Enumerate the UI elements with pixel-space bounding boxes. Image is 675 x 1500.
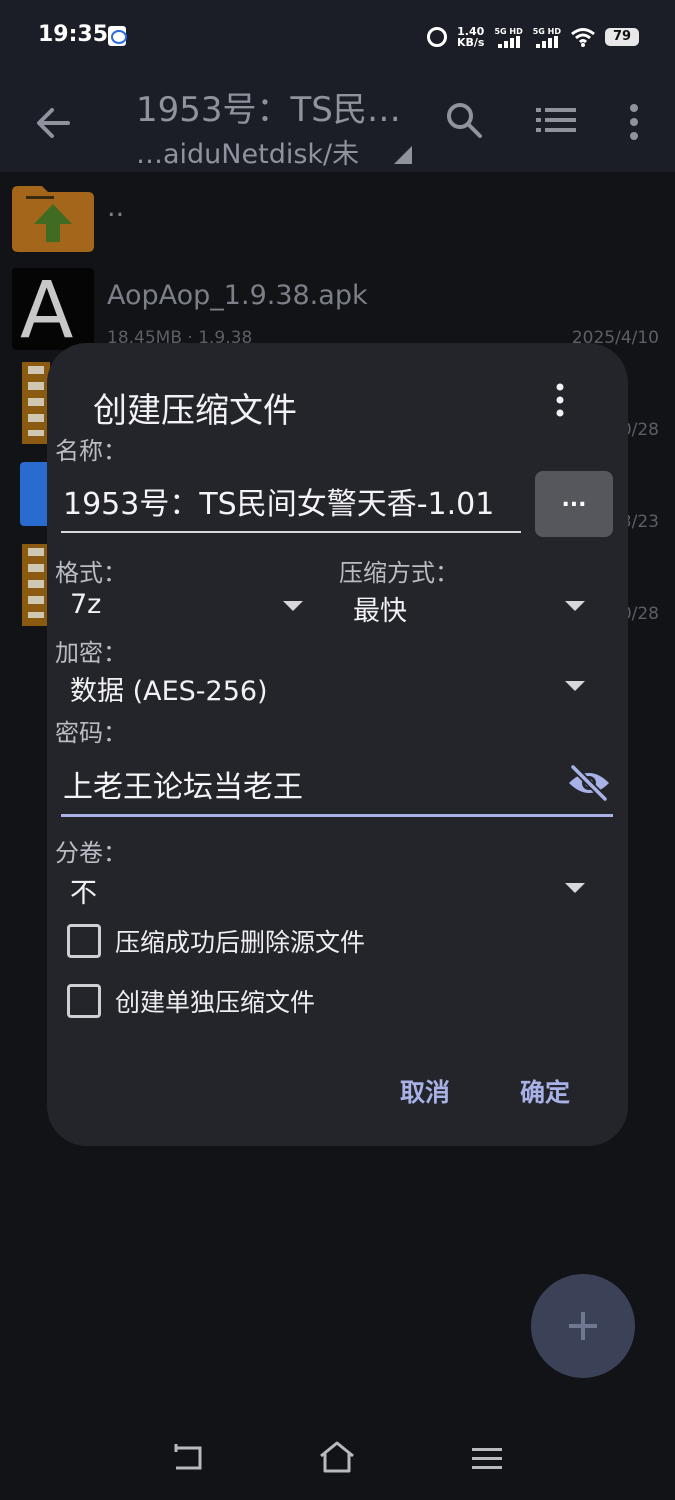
visibility-off-icon[interactable] (567, 763, 611, 803)
add-fab-button[interactable] (531, 1274, 635, 1378)
battery-icon: 79 (605, 28, 639, 46)
status-time: 19:35 (38, 22, 109, 47)
nav-home-icon[interactable] (318, 1440, 356, 1474)
archive-name-input[interactable]: 1953号：TS民间女警天香-1.01 (61, 483, 521, 533)
password-label: 密码： (55, 719, 127, 747)
encrypt-label: 加密： (55, 639, 127, 667)
ok-button[interactable]: 确定 (520, 1073, 570, 1109)
method-value: 最快 (353, 596, 407, 627)
file-name: .. (107, 192, 125, 223)
path-dropdown-icon[interactable] (394, 146, 412, 164)
signal-2-icon: 5G HD (533, 27, 561, 48)
notification-app-icon (108, 26, 127, 46)
separate-archive-checkbox-row[interactable]: 创建单独压缩文件 (67, 983, 315, 1019)
delete-source-checkbox-row[interactable]: 压缩成功后删除源文件 (67, 923, 365, 959)
signal-1-icon: 5G HD (494, 26, 523, 48)
list-view-icon[interactable] (536, 104, 576, 136)
password-input[interactable]: 上老王论坛当老王 (61, 763, 613, 817)
alarm-icon (426, 27, 447, 47)
more-vert-icon[interactable] (624, 102, 644, 142)
nav-back-icon[interactable] (172, 1444, 204, 1472)
back-arrow-icon[interactable] (30, 100, 76, 146)
navigation-bar (0, 1420, 675, 1500)
split-value: 不 (70, 878, 97, 909)
format-value: 7z (70, 589, 102, 620)
dialog-title: 创建压缩文件 (93, 391, 297, 431)
app-bar: 1953号：TS民… …aiduNetdisk/未 (0, 72, 675, 172)
method-label: 压缩方式： (339, 559, 459, 587)
create-archive-dialog: 创建压缩文件 名称： 1953号：TS民间女警天香-1.01 ... 格式： 压… (47, 343, 628, 1146)
cancel-button[interactable]: 取消 (400, 1073, 450, 1109)
format-dropdown-icon (283, 601, 303, 611)
delete-source-checkbox[interactable] (67, 924, 101, 958)
status-bar: 19:35 1.40 KB/s 5G HD 5G HD 79 (0, 0, 675, 72)
archive-file-icon (22, 544, 50, 626)
format-label: 格式： (55, 559, 127, 587)
encrypt-dropdown-icon (565, 681, 585, 691)
wifi-icon (571, 28, 595, 47)
name-label: 名称： (55, 437, 127, 465)
dialog-more-vert-icon[interactable] (552, 383, 568, 417)
split-dropdown-icon (565, 883, 585, 893)
search-icon[interactable] (444, 100, 484, 140)
encrypt-value: 数据 (AES-256) (70, 676, 268, 707)
split-label: 分卷： (55, 839, 127, 867)
nav-menu-icon[interactable] (472, 1446, 502, 1470)
method-dropdown-icon (565, 601, 585, 611)
browse-button[interactable]: ... (535, 471, 613, 537)
separate-archive-checkbox[interactable] (67, 984, 101, 1018)
signal-1-label: 5G HD (494, 26, 523, 36)
signal-2-label: 5G HD (532, 26, 561, 36)
delete-source-label: 压缩成功后删除源文件 (115, 928, 366, 957)
page-title: 1953号：TS民… (136, 90, 401, 130)
list-item[interactable]: .. (0, 172, 675, 264)
network-speed-unit: KB/s (456, 36, 485, 49)
network-speed: 1.40 KB/s (457, 26, 484, 48)
file-name: AopAop_1.9.38.apk (107, 280, 368, 311)
path-subtitle[interactable]: …aiduNetdisk/未 (136, 132, 359, 171)
archive-file-icon (22, 362, 50, 444)
separate-archive-label: 创建单独压缩文件 (115, 988, 316, 1017)
status-indicators: 1.40 KB/s 5G HD 5G HD 79 (426, 20, 639, 54)
